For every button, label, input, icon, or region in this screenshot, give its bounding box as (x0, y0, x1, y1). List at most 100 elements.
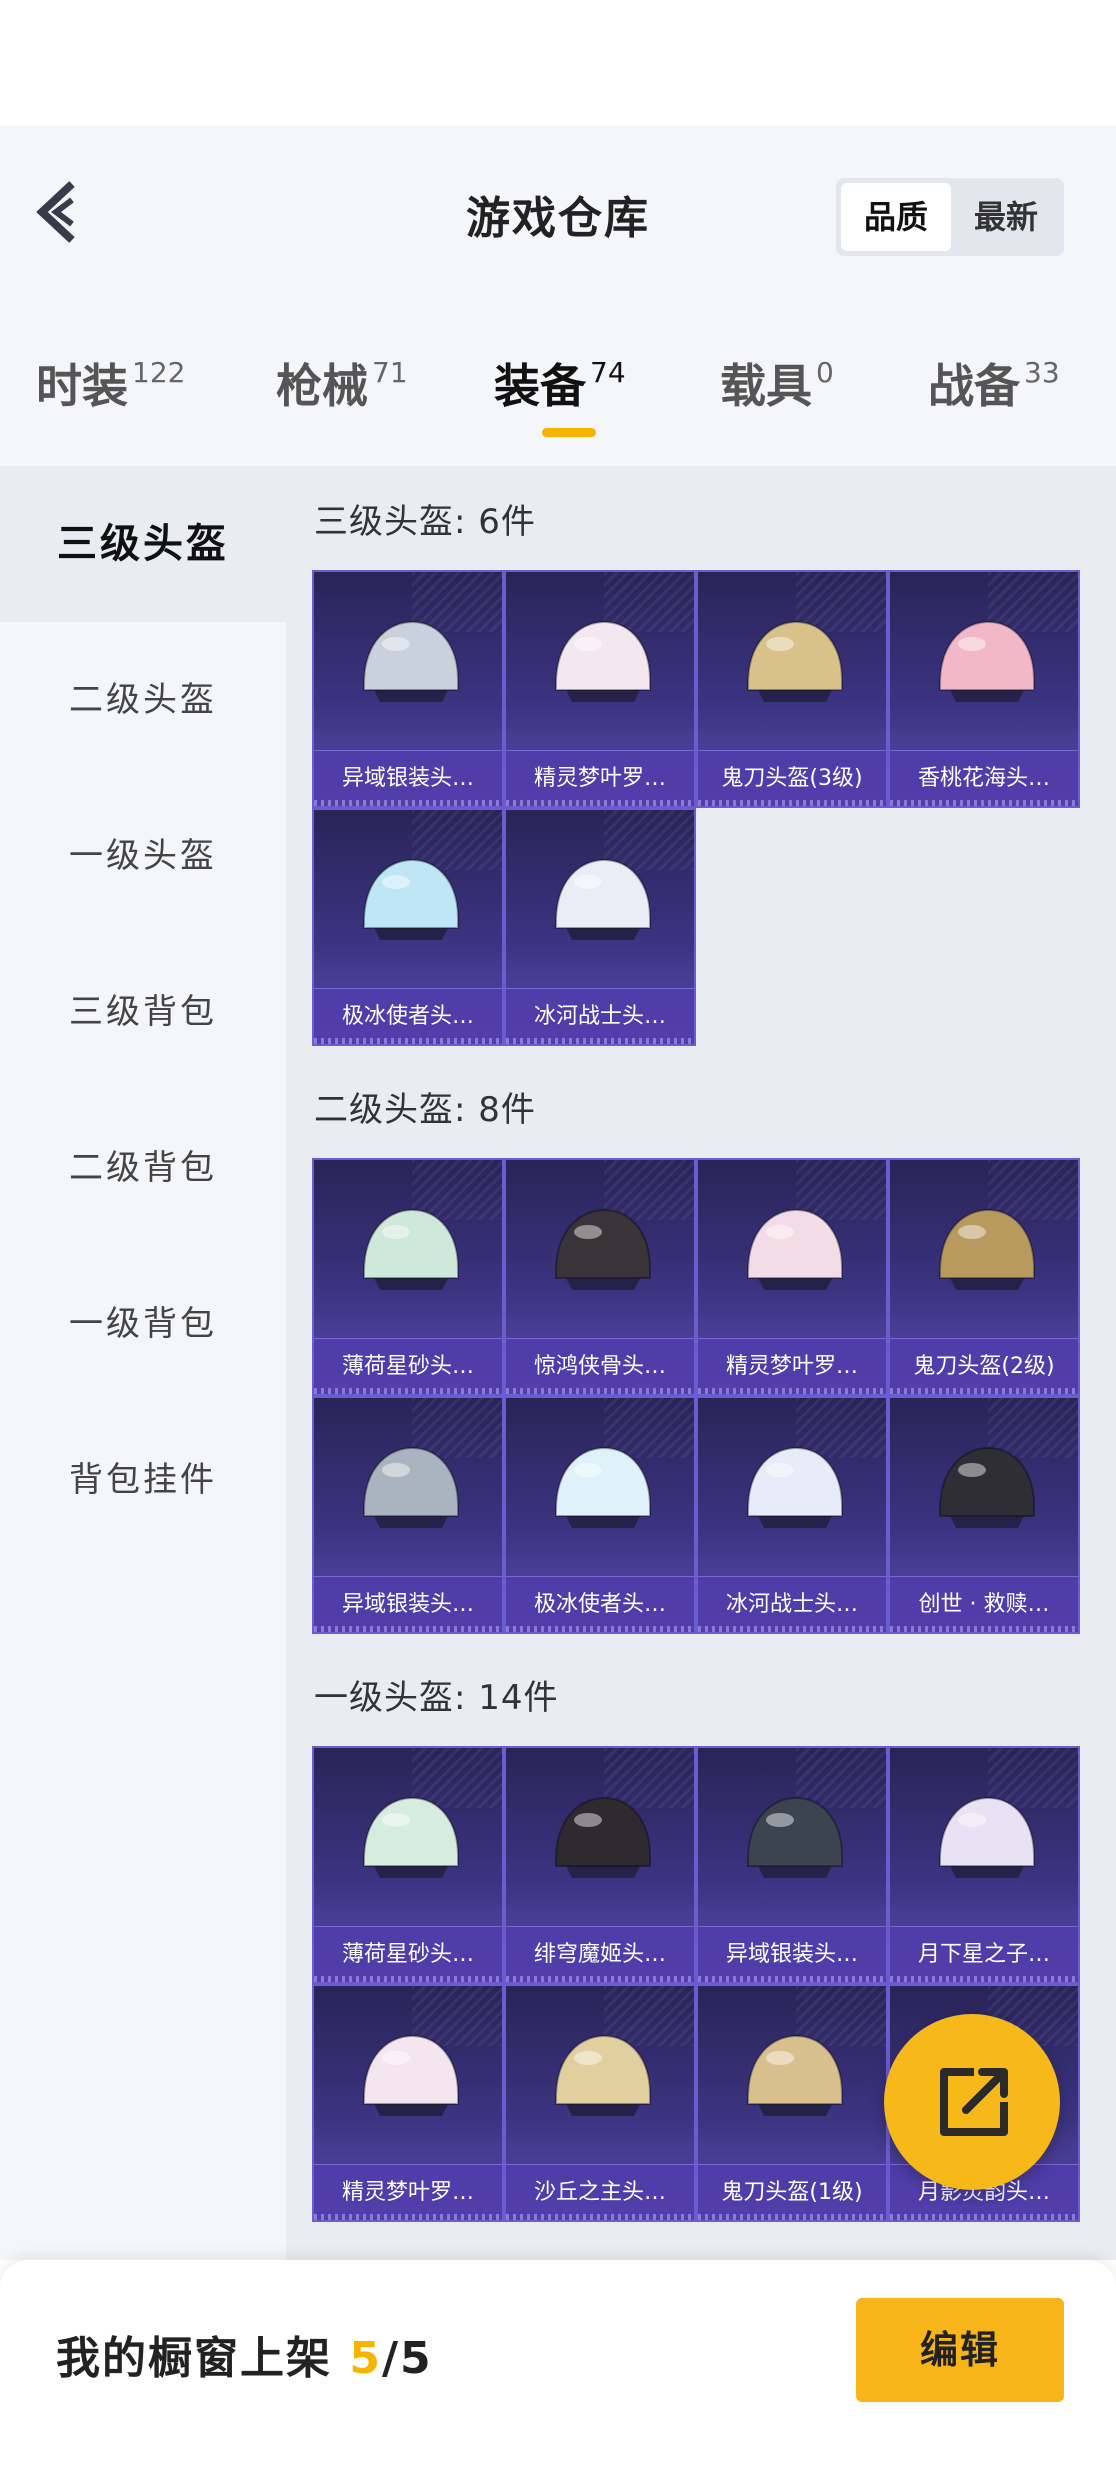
helmet-icon (555, 1796, 651, 1878)
card-rarity-dots (698, 2214, 886, 2220)
item-name: 极冰使者头… (506, 1576, 694, 1632)
helmet-icon (363, 858, 459, 940)
item-card[interactable]: 精灵梦叶罗… (504, 570, 696, 808)
card-rarity-dots (314, 1038, 502, 1044)
item-card[interactable]: 沙丘之主头… (504, 1984, 696, 2222)
item-card[interactable]: 冰河战士头… (504, 808, 696, 1046)
item-name: 鬼刀头盔(1级) (698, 2164, 886, 2220)
item-name: 月下星之子… (890, 1926, 1078, 1982)
showcase-current-count: 5 (349, 2333, 382, 2384)
external-link-icon (940, 2068, 1008, 2136)
card-rarity-dots (314, 800, 502, 806)
item-list[interactable]: 三级头盔: 6件 异域银装头… 精灵梦叶罗… 鬼刀头盔(3级) 香桃花海头… 极冰使者头… (286, 466, 1116, 2260)
card-rarity-dots (890, 1388, 1078, 1394)
item-name: 精灵梦叶罗… (506, 750, 694, 806)
tab-label: 载具 (720, 359, 812, 413)
item-card[interactable]: 绯穹魔姬头… (504, 1746, 696, 1984)
helmet-icon (363, 620, 459, 702)
item-card[interactable]: 惊鸿侠骨头… (504, 1158, 696, 1396)
share-button[interactable] (884, 2014, 1060, 2190)
sidebar-item-level2-backpack[interactable]: 二级背包 (0, 1090, 286, 1246)
item-card[interactable]: 极冰使者头… (312, 808, 504, 1046)
tab-label: 枪械 (276, 359, 368, 413)
sort-option-quality[interactable]: 品质 (841, 183, 951, 251)
showcase-status: 我的橱窗上架 5/5 (56, 2322, 433, 2386)
sidebar-item-level1-backpack[interactable]: 一级背包 (0, 1246, 286, 1402)
item-name: 精灵梦叶罗… (698, 1338, 886, 1394)
active-tab-indicator (542, 428, 596, 437)
tab-count: 122 (132, 356, 186, 389)
item-card[interactable]: 薄荷星砂头… (312, 1158, 504, 1396)
card-rarity-dots (890, 800, 1078, 806)
item-card[interactable]: 香桃花海头… (888, 570, 1080, 808)
tab-supplies[interactable]: 战备 33 (928, 350, 1060, 416)
card-rarity-dots (314, 1976, 502, 1982)
helmet-icon (555, 620, 651, 702)
item-card[interactable]: 异域银装头… (696, 1746, 888, 1984)
section-title: 二级头盔: 8件 (314, 1090, 536, 1130)
edit-button[interactable]: 编辑 (856, 2298, 1064, 2402)
item-name: 薄荷星砂头… (314, 1338, 502, 1394)
item-card[interactable]: 鬼刀头盔(1级) (696, 1984, 888, 2222)
item-grid: 异域银装头… 精灵梦叶罗… 鬼刀头盔(3级) 香桃花海头… 极冰使者头… 冰河战士头… (312, 570, 1080, 1046)
helmet-icon (363, 1208, 459, 1290)
helmet-icon (555, 1446, 651, 1528)
item-name: 异域银装头… (698, 1926, 886, 1982)
item-name: 沙丘之主头… (506, 2164, 694, 2220)
item-name: 鬼刀头盔(3级) (698, 750, 886, 806)
helmet-icon (747, 2034, 843, 2116)
item-name: 鬼刀头盔(2级) (890, 1338, 1078, 1394)
helmet-icon (555, 858, 651, 940)
sidebar-item-level2-helmet[interactable]: 二级头盔 (0, 622, 286, 778)
card-rarity-dots (314, 2214, 502, 2220)
helmet-icon (939, 1208, 1035, 1290)
card-rarity-dots (506, 1976, 694, 1982)
card-rarity-dots (698, 1976, 886, 1982)
item-card[interactable]: 精灵梦叶罗… (696, 1158, 888, 1396)
helmet-icon (363, 1446, 459, 1528)
item-name: 冰河战士头… (506, 988, 694, 1044)
item-name: 精灵梦叶罗… (314, 2164, 502, 2220)
card-rarity-dots (506, 800, 694, 806)
item-card[interactable]: 鬼刀头盔(2级) (888, 1158, 1080, 1396)
tab-count: 0 (816, 356, 834, 389)
sidebar-item-level3-backpack[interactable]: 三级背包 (0, 934, 286, 1090)
sidebar-item-backpack-charm[interactable]: 背包挂件 (0, 1402, 286, 1558)
sidebar-item-level3-helmet[interactable]: 三级头盔 (0, 466, 286, 622)
sort-toggle: 品质 最新 (836, 178, 1064, 256)
item-card[interactable]: 异域银装头… (312, 570, 504, 808)
helmet-icon (747, 620, 843, 702)
bottom-bar: 我的橱窗上架 5/5 编辑 (0, 2260, 1116, 2484)
showcase-label: 我的橱窗上架 (56, 2333, 332, 2384)
tab-count: 74 (590, 356, 626, 389)
item-card[interactable]: 冰河战士头… (696, 1396, 888, 1634)
sort-option-latest[interactable]: 最新 (951, 183, 1061, 251)
tab-count: 33 (1024, 356, 1060, 389)
tab-label: 时装 (36, 359, 128, 413)
tab-equipment[interactable]: 装备 74 (494, 350, 626, 416)
item-card[interactable]: 薄荷星砂头… (312, 1746, 504, 1984)
helmet-icon (747, 1446, 843, 1528)
sidebar-item-level1-helmet[interactable]: 一级头盔 (0, 778, 286, 934)
tab-weapons[interactable]: 枪械 71 (276, 350, 408, 416)
section-title: 三级头盔: 6件 (314, 502, 536, 542)
tab-fashion[interactable]: 时装 122 (36, 350, 185, 416)
showcase-total-count: /5 (381, 2333, 433, 2384)
helmet-icon (939, 1796, 1035, 1878)
item-card[interactable]: 精灵梦叶罗… (312, 1984, 504, 2222)
item-name: 创世 · 救赎… (890, 1576, 1078, 1632)
card-rarity-dots (698, 1626, 886, 1632)
helmet-icon (747, 1796, 843, 1878)
tab-count: 71 (372, 356, 408, 389)
item-card[interactable]: 创世 · 救赎… (888, 1396, 1080, 1634)
item-card[interactable]: 月下星之子… (888, 1746, 1080, 1984)
helmet-icon (939, 620, 1035, 702)
section-title: 一级头盔: 14件 (314, 1678, 559, 1718)
item-card[interactable]: 鬼刀头盔(3级) (696, 570, 888, 808)
card-rarity-dots (698, 1388, 886, 1394)
tab-vehicles[interactable]: 载具 0 (720, 350, 834, 416)
item-name: 薄荷星砂头… (314, 1926, 502, 1982)
card-rarity-dots (314, 1626, 502, 1632)
item-card[interactable]: 极冰使者头… (504, 1396, 696, 1634)
item-card[interactable]: 异域银装头… (312, 1396, 504, 1634)
